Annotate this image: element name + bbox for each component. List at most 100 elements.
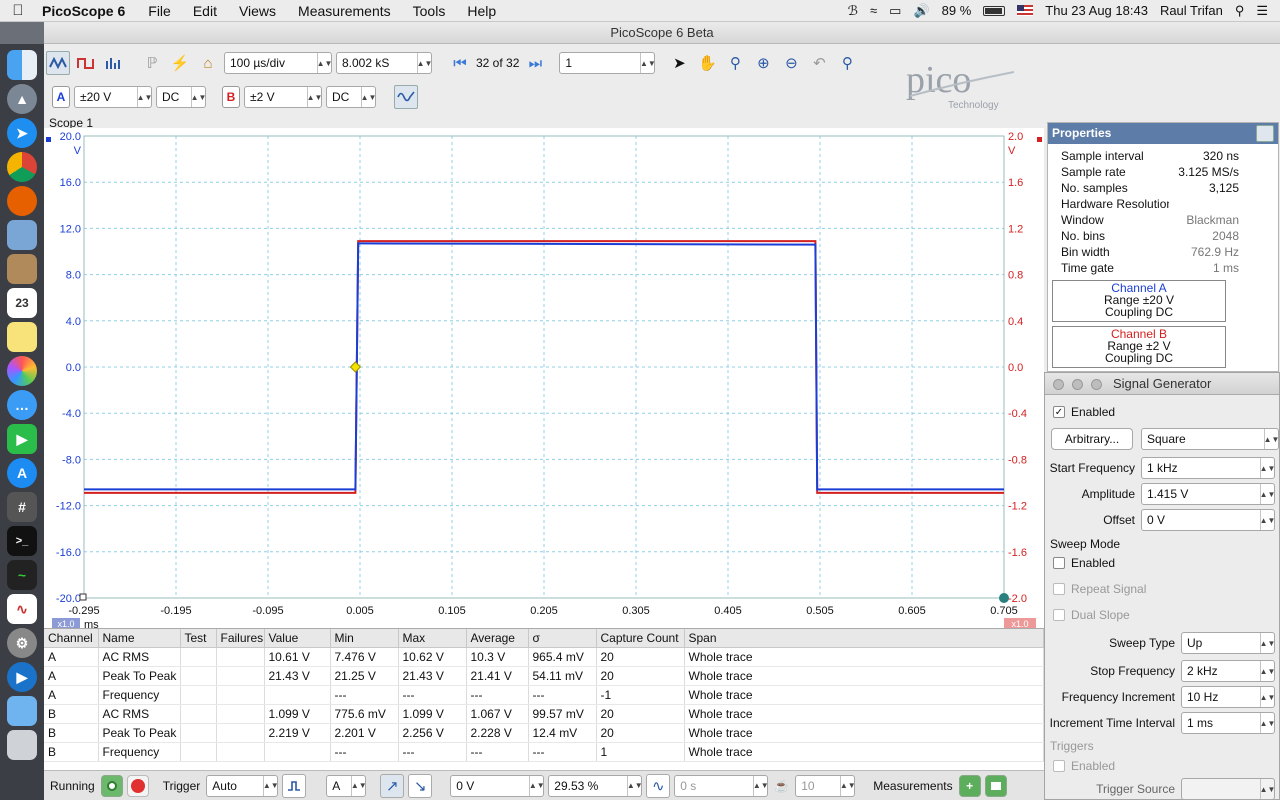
finder-icon[interactable] [7, 50, 37, 80]
volume-icon[interactable]: 🔊 [913, 3, 929, 19]
column-header[interactable]: Capture Count [596, 629, 685, 648]
offset-field[interactable]: 0 V ▲▼ [1141, 509, 1275, 531]
channel-a-coupling-select[interactable]: DC ▲▼ [156, 86, 206, 108]
timebase-select[interactable]: 100 µs/div ▲▼ [224, 52, 332, 74]
appstore-icon[interactable]: A [7, 458, 37, 488]
notification-center-icon[interactable]: ☰ [1256, 3, 1268, 19]
table-row[interactable]: B Peak To Peak 2.219 V 2.201 V 2.256 V 2.228 … [44, 723, 1044, 743]
menu-app-name[interactable]: PicoScope 6 [36, 3, 137, 19]
undo-zoom-icon[interactable]: ↶ [807, 51, 831, 75]
launchpad-icon[interactable]: ▲ [7, 84, 37, 114]
run-icon[interactable] [100, 774, 123, 797]
channel-b-chip[interactable]: B [222, 86, 240, 108]
channel-a-chip[interactable]: A [52, 86, 70, 108]
trigger-delay-field[interactable]: 0 s ▲▼ [674, 774, 769, 797]
stop-frequency-field[interactable]: 2 kHz ▲▼ [1181, 660, 1275, 682]
trigger-delay-icon[interactable]: ∿ [646, 773, 671, 798]
chrome-icon[interactable] [7, 152, 37, 182]
trigger-channel-select[interactable]: A ▲▼ [326, 774, 367, 797]
add-measurement-icon[interactable]: + [958, 774, 981, 797]
ruler-handle-left[interactable] [79, 593, 87, 601]
zoom-fit-icon[interactable]: ⚲ [835, 51, 859, 75]
column-header[interactable]: Min [330, 629, 399, 648]
bluetooth-icon[interactable]: ℬ [848, 3, 858, 19]
table-row[interactable]: A AC RMS 10.61 V 7.476 V 10.62 V 10.3 V 965.4 … [44, 647, 1044, 667]
repeat-signal-row[interactable]: Repeat Signal [1045, 578, 1280, 600]
column-header[interactable]: Value [264, 629, 331, 648]
channel-b-coupling-select[interactable]: DC ▲▼ [326, 86, 376, 108]
terminal-icon[interactable]: >_ [7, 526, 37, 556]
scope-graph[interactable]: 20.0 2.0 16.0 1.6 12.0 1.2 8.0 0.8 4.0 0.4 0.0 0.0 -… [44, 128, 1044, 628]
spectrum-mode-icon[interactable] [102, 51, 126, 75]
auto-setup-icon[interactable]: ⚡ [168, 51, 192, 75]
user-name[interactable]: Raul Trifan [1160, 3, 1223, 18]
zoom-region-icon[interactable]: ⚲ [723, 51, 747, 75]
folder-icon[interactable] [7, 696, 37, 726]
column-header[interactable]: Max [398, 629, 467, 648]
rising-edge-icon[interactable]: ↗ [380, 773, 405, 798]
table-row[interactable]: B Frequency --- --- --- --- 1 Whole trace [44, 742, 1044, 762]
system-preferences-icon[interactable]: ⚙ [7, 628, 37, 658]
capture-count-field[interactable]: 10 ▲▼ [795, 774, 856, 797]
trigger-source-select[interactable]: ▲▼ [1181, 778, 1275, 800]
checkbox-icon[interactable] [1053, 583, 1065, 595]
edit-measurement-icon[interactable] [984, 774, 1007, 797]
table-row[interactable]: A Frequency --- --- --- --- -1 Whole trace [44, 685, 1044, 705]
menu-help[interactable]: Help [456, 3, 507, 19]
photos-icon[interactable] [7, 356, 37, 386]
contacts-icon[interactable] [7, 254, 37, 284]
first-buffer-icon[interactable]: ⏮ [448, 51, 472, 75]
checkbox-icon[interactable] [1053, 609, 1065, 621]
persistence-mode-icon[interactable] [74, 51, 98, 75]
channel-options-icon[interactable]: ℙ [140, 51, 164, 75]
menu-file[interactable]: File [137, 3, 182, 19]
waveform-select[interactable]: Square ▲▼ [1141, 428, 1279, 450]
stop-icon[interactable] [126, 774, 149, 797]
channel-b-range-select[interactable]: ±2 V ▲▼ [244, 86, 322, 108]
menu-edit[interactable]: Edit [182, 3, 228, 19]
amplitude-field[interactable]: 1.415 V ▲▼ [1141, 483, 1275, 505]
zoom-in-icon[interactable]: ⊕ [751, 51, 775, 75]
activity-monitor-icon[interactable]: ~ [7, 560, 37, 590]
picoscope-icon[interactable]: ∿ [7, 594, 37, 624]
samples-select[interactable]: 8.002 kS ▲▼ [336, 52, 432, 74]
calculator-icon[interactable]: # [7, 492, 37, 522]
column-header[interactable]: Span [684, 629, 1044, 648]
ruler-handle-right[interactable] [999, 593, 1009, 603]
home-icon[interactable]: ⌂ [196, 51, 220, 75]
close-icon[interactable] [1053, 379, 1064, 390]
hand-tool-icon[interactable]: ✋ [695, 51, 719, 75]
next-buffer-icon[interactable]: ⏭ [523, 51, 547, 75]
column-header[interactable]: Average [466, 629, 529, 648]
quicktime-icon[interactable]: ▶ [7, 662, 37, 692]
advanced-trigger-icon[interactable] [282, 773, 307, 798]
column-header[interactable]: Failures [216, 629, 265, 648]
airplay-icon[interactable]: ▭ [889, 3, 901, 19]
close-icon[interactable] [1256, 125, 1274, 142]
scope-mode-icon[interactable] [46, 51, 70, 75]
checkbox-icon[interactable] [1053, 760, 1065, 772]
minimize-icon[interactable] [1072, 379, 1083, 390]
notes-icon[interactable] [7, 322, 37, 352]
calendar-icon[interactable]: 23 [7, 288, 37, 318]
messages-icon[interactable]: … [7, 390, 37, 420]
facetime-icon[interactable]: ▶ [7, 424, 37, 454]
table-row[interactable]: B AC RMS 1.099 V 775.6 mV 1.099 V 1.067 V 99.5… [44, 704, 1044, 724]
column-header[interactable]: Test [180, 629, 217, 648]
pretrigger-field[interactable]: 29.53 % ▲▼ [548, 774, 643, 797]
trigger-threshold-field[interactable]: 0 V ▲▼ [450, 774, 545, 797]
menu-views[interactable]: Views [228, 3, 287, 19]
battery-percent[interactable]: 89 % [942, 3, 972, 18]
column-header[interactable]: Name [98, 629, 181, 648]
pointer-tool-icon[interactable]: ➤ [667, 51, 691, 75]
safari-icon[interactable]: ➤ [7, 118, 37, 148]
signal-generator-icon[interactable] [394, 85, 418, 109]
zoom-out-icon[interactable]: ⊖ [779, 51, 803, 75]
column-header[interactable]: σ [528, 629, 597, 648]
datetime[interactable]: Thu 23 Aug 18:43 [1045, 3, 1148, 18]
trash-icon[interactable] [7, 730, 37, 760]
battery-icon[interactable] [983, 5, 1006, 16]
table-row[interactable]: A Peak To Peak 21.43 V 21.25 V 21.43 V 21.41 … [44, 666, 1044, 686]
column-header[interactable]: Channel [44, 629, 99, 648]
menu-tools[interactable]: Tools [402, 3, 457, 19]
